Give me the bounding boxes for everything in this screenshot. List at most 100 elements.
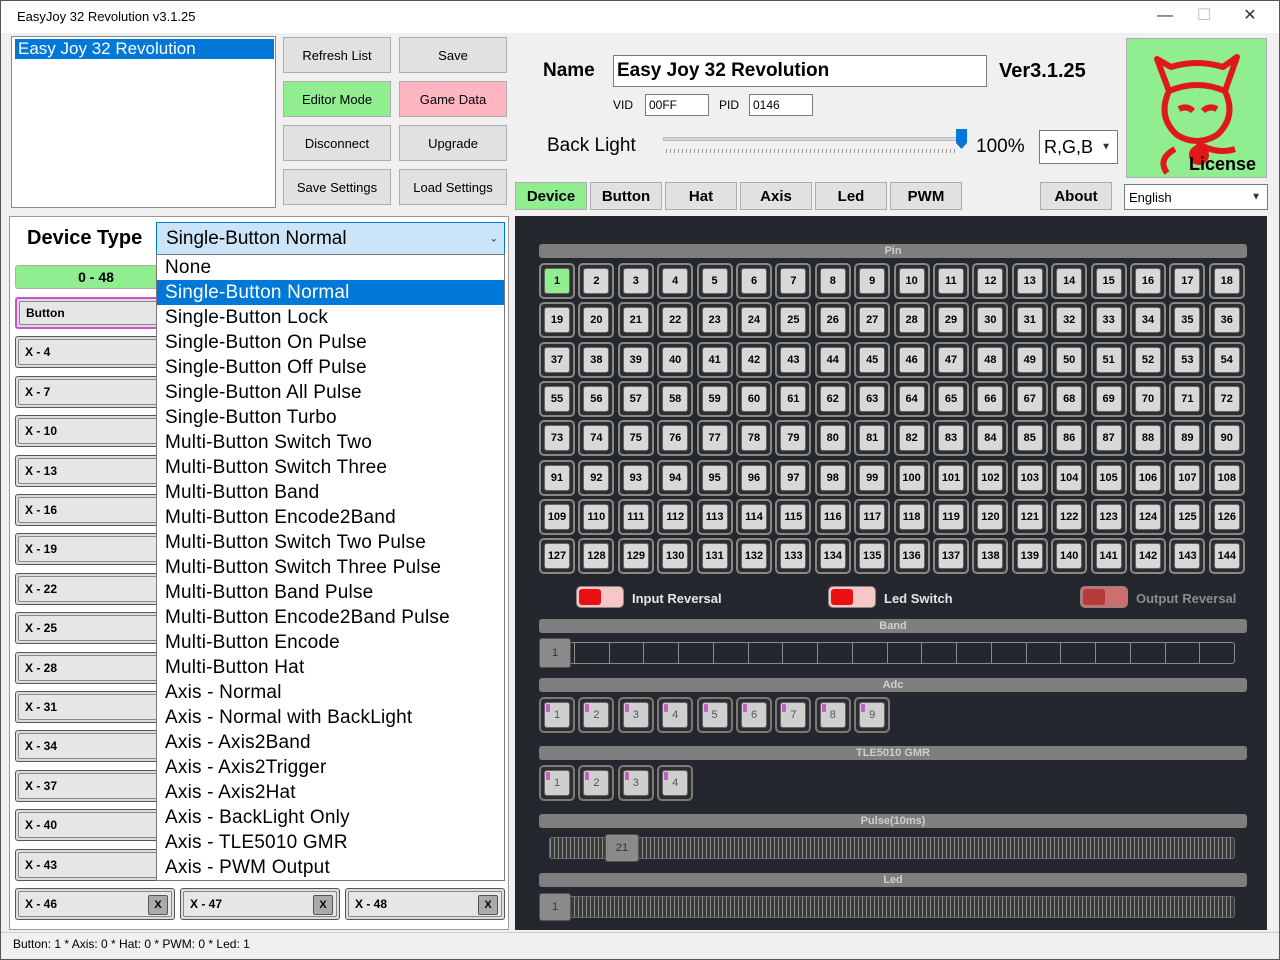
pin-button[interactable]: 20	[578, 302, 615, 339]
device-slot[interactable]: Button	[15, 297, 175, 329]
pin-button[interactable]: 86	[1051, 420, 1088, 457]
device-slot[interactable]: X - 28	[15, 651, 175, 684]
device-list-item[interactable]: Easy Joy 32 Revolution	[15, 39, 274, 59]
dropdown-option[interactable]: Multi-Button Band Pulse	[157, 580, 504, 605]
pin-button[interactable]: 133	[775, 538, 812, 575]
pin-button[interactable]: 112	[657, 498, 694, 535]
pin-button[interactable]: 73	[539, 420, 575, 457]
pin-button[interactable]: 50	[1051, 341, 1088, 378]
dropdown-option[interactable]: Single-Button On Pulse	[157, 330, 504, 355]
pin-button[interactable]: 100	[893, 459, 930, 496]
tle-chip[interactable]: 1	[539, 765, 575, 801]
pin-button[interactable]: 134	[814, 538, 851, 575]
dropdown-option[interactable]: Axis - BackLight Only	[157, 805, 504, 830]
device-slot[interactable]: X - 31	[15, 691, 175, 723]
device-slot[interactable]: X - 34	[15, 730, 175, 763]
pin-button[interactable]: 31	[1011, 302, 1048, 339]
pin-button[interactable]: 127	[539, 538, 575, 575]
pin-button[interactable]: 67	[1011, 380, 1048, 417]
adc-chip[interactable]: 7	[775, 697, 812, 733]
pin-button[interactable]: 105	[1090, 459, 1127, 496]
pin-button[interactable]: 8	[814, 263, 851, 299]
device-slot[interactable]: X - 43	[15, 848, 175, 881]
dropdown-option[interactable]: Axis - Normal with BackLight	[157, 705, 504, 730]
maximize-button[interactable]: ☐	[1181, 5, 1227, 29]
pin-button[interactable]: 61	[775, 380, 812, 417]
device-slot[interactable]: X - 4	[15, 336, 175, 369]
pin-button[interactable]: 55	[539, 380, 575, 417]
input-reversal-toggle[interactable]	[576, 586, 624, 608]
pin-button[interactable]: 94	[657, 459, 694, 496]
device-slot[interactable]: X - 10	[15, 415, 175, 448]
pin-button[interactable]: 32	[1051, 302, 1088, 339]
dropdown-option[interactable]: Multi-Button Switch Two	[157, 430, 504, 455]
pin-button[interactable]: 35	[1169, 302, 1206, 339]
pin-button[interactable]: 111	[617, 498, 654, 535]
pin-button[interactable]: 121	[1011, 498, 1048, 535]
pin-button[interactable]: 62	[814, 380, 851, 417]
pin-button[interactable]: 142	[1130, 538, 1166, 575]
pin-button[interactable]: 85	[1011, 420, 1048, 457]
tle-chip[interactable]: 3	[617, 765, 654, 801]
pin-button[interactable]: 77	[696, 420, 733, 457]
remove-slot-button[interactable]: X	[478, 895, 498, 915]
pin-button[interactable]: 84	[972, 420, 1009, 457]
pin-button[interactable]: 48	[972, 341, 1009, 378]
pin-button[interactable]: 122	[1051, 498, 1088, 535]
adc-chip[interactable]: 9	[854, 697, 891, 733]
dropdown-option[interactable]: Axis - Axis2Trigger	[157, 755, 504, 780]
adc-chip[interactable]: 6	[736, 697, 772, 733]
device-slot[interactable]: X - 25	[15, 612, 175, 645]
disconnect-button[interactable]: Disconnect	[283, 125, 391, 161]
pin-button[interactable]: 99	[854, 459, 891, 496]
pin-button[interactable]: 33	[1090, 302, 1127, 339]
pin-button[interactable]: 72	[1208, 380, 1245, 417]
pin-button[interactable]: 70	[1130, 380, 1166, 417]
pin-button[interactable]: 125	[1169, 498, 1206, 535]
dropdown-option[interactable]: Multi-Button Switch Two Pulse	[157, 530, 504, 555]
pin-button[interactable]: 136	[893, 538, 930, 575]
dropdown-option[interactable]: None	[157, 255, 504, 280]
tle-chip[interactable]: 4	[657, 765, 694, 801]
adc-chip[interactable]: 8	[814, 697, 851, 733]
pin-button[interactable]: 135	[854, 538, 891, 575]
pin-button[interactable]: 104	[1051, 459, 1088, 496]
pin-button[interactable]: 58	[657, 380, 694, 417]
about-button[interactable]: About	[1040, 182, 1112, 210]
pulse-slider[interactable]	[549, 837, 1235, 859]
pin-button[interactable]: 66	[972, 380, 1009, 417]
adc-chip[interactable]: 2	[578, 697, 615, 733]
pin-button[interactable]: 102	[972, 459, 1009, 496]
device-slot[interactable]: X - 47 X	[180, 888, 340, 920]
close-button[interactable]: ✕	[1227, 5, 1273, 29]
pin-button[interactable]: 15	[1090, 263, 1127, 299]
pin-button[interactable]: 123	[1090, 498, 1127, 535]
pin-button[interactable]: 137	[933, 538, 969, 575]
device-slot[interactable]: X - 46 X	[15, 888, 175, 920]
dropdown-option[interactable]: Single-Button Lock	[157, 305, 504, 330]
pin-button[interactable]: 65	[933, 380, 969, 417]
pin-button[interactable]: 64	[893, 380, 930, 417]
tab-led[interactable]: Led	[815, 182, 887, 210]
pin-button[interactable]: 69	[1090, 380, 1127, 417]
adc-chip[interactable]: 3	[617, 697, 654, 733]
pin-button[interactable]: 96	[736, 459, 772, 496]
pin-button[interactable]: 97	[775, 459, 812, 496]
pin-button[interactable]: 90	[1208, 420, 1245, 457]
pin-button[interactable]: 26	[814, 302, 851, 339]
tab-axis[interactable]: Axis	[740, 182, 812, 210]
pin-button[interactable]: 42	[736, 341, 772, 378]
pin-button[interactable]: 71	[1169, 380, 1206, 417]
pin-button[interactable]: 110	[578, 498, 615, 535]
device-type-select[interactable]: Single-Button Normal ⌄	[156, 222, 505, 255]
dropdown-option[interactable]: Single-Button Off Pulse	[157, 355, 504, 380]
device-slot[interactable]: X - 19	[15, 533, 175, 566]
pin-button[interactable]: 83	[933, 420, 969, 457]
pin-button[interactable]: 128	[578, 538, 615, 575]
pin-button[interactable]: 138	[972, 538, 1009, 575]
pin-button[interactable]: 63	[854, 380, 891, 417]
pin-button[interactable]: 1	[539, 263, 575, 299]
language-select[interactable]: English ▼	[1124, 184, 1268, 210]
pin-button[interactable]: 43	[775, 341, 812, 378]
pin-button[interactable]: 101	[933, 459, 969, 496]
